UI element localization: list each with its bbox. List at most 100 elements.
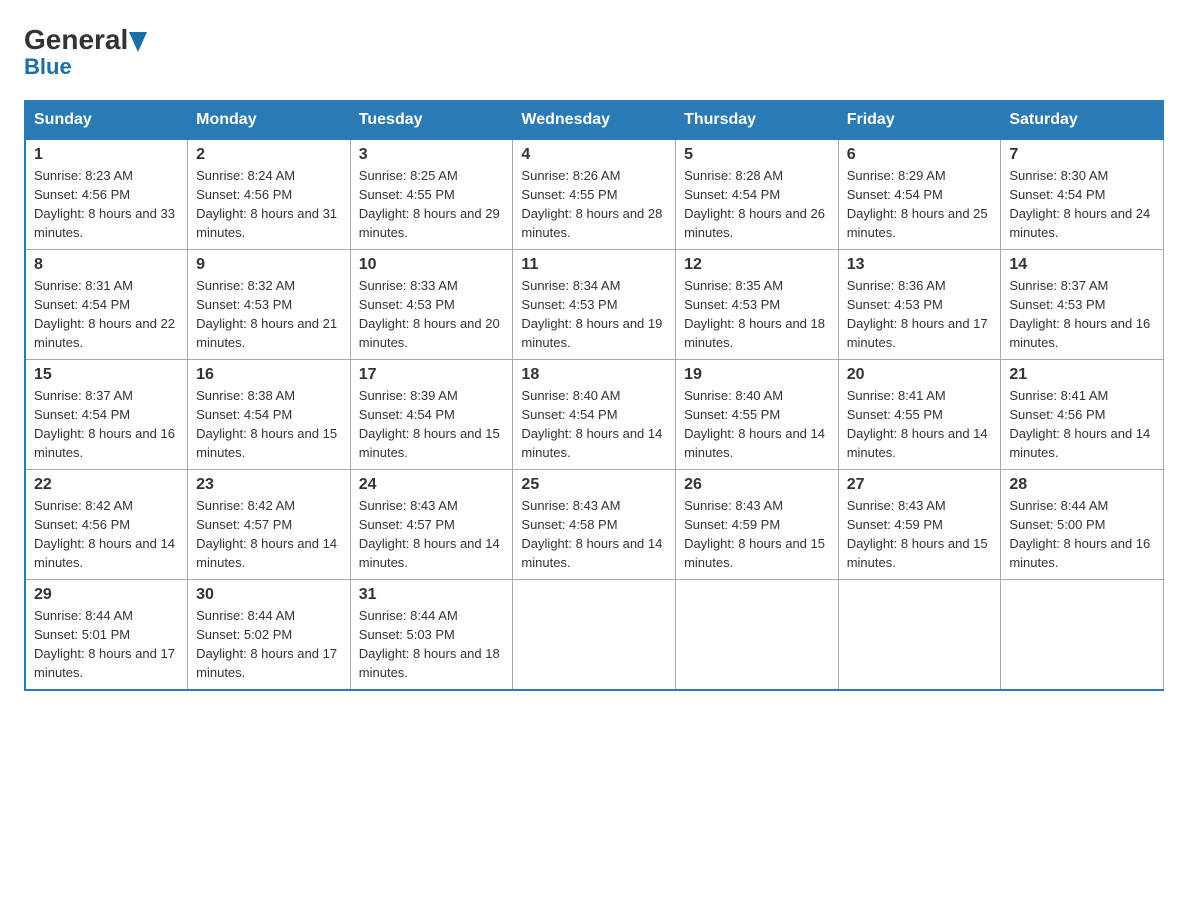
calendar-cell: 22Sunrise: 8:42 AMSunset: 4:56 PMDayligh…	[25, 470, 188, 580]
sunrise-label: Sunrise: 8:39 AM	[359, 388, 458, 403]
page-header: General Blue	[24, 24, 1164, 80]
calendar-cell: 18Sunrise: 8:40 AMSunset: 4:54 PMDayligh…	[513, 360, 676, 470]
daylight-label: Daylight: 8 hours and 14 minutes.	[196, 536, 337, 570]
sunset-label: Sunset: 4:59 PM	[847, 517, 943, 532]
day-number: 25	[521, 476, 667, 494]
sunset-label: Sunset: 4:57 PM	[359, 517, 455, 532]
day-number: 16	[196, 366, 342, 384]
calendar-cell: 14Sunrise: 8:37 AMSunset: 4:53 PMDayligh…	[1001, 250, 1164, 360]
logo-general-text: General	[24, 24, 128, 56]
calendar-cell: 31Sunrise: 8:44 AMSunset: 5:03 PMDayligh…	[350, 580, 513, 690]
sunset-label: Sunset: 4:55 PM	[847, 407, 943, 422]
day-info: Sunrise: 8:28 AMSunset: 4:54 PMDaylight:…	[684, 167, 830, 242]
sunset-label: Sunset: 5:00 PM	[1009, 517, 1105, 532]
daylight-label: Daylight: 8 hours and 14 minutes.	[521, 426, 662, 460]
daylight-label: Daylight: 8 hours and 18 minutes.	[684, 316, 825, 350]
calendar-cell: 24Sunrise: 8:43 AMSunset: 4:57 PMDayligh…	[350, 470, 513, 580]
daylight-label: Daylight: 8 hours and 16 minutes.	[1009, 536, 1150, 570]
calendar-cell	[1001, 580, 1164, 690]
sunrise-label: Sunrise: 8:44 AM	[34, 608, 133, 623]
calendar-cell: 8Sunrise: 8:31 AMSunset: 4:54 PMDaylight…	[25, 250, 188, 360]
sunset-label: Sunset: 4:53 PM	[196, 297, 292, 312]
day-info: Sunrise: 8:25 AMSunset: 4:55 PMDaylight:…	[359, 167, 505, 242]
day-number: 11	[521, 256, 667, 274]
day-info: Sunrise: 8:43 AMSunset: 4:59 PMDaylight:…	[847, 497, 993, 572]
calendar-cell: 23Sunrise: 8:42 AMSunset: 4:57 PMDayligh…	[188, 470, 351, 580]
sunset-label: Sunset: 4:53 PM	[359, 297, 455, 312]
sunrise-label: Sunrise: 8:35 AM	[684, 278, 783, 293]
col-header-sunday: Sunday	[25, 101, 188, 140]
calendar-cell: 4Sunrise: 8:26 AMSunset: 4:55 PMDaylight…	[513, 140, 676, 250]
sunrise-label: Sunrise: 8:37 AM	[34, 388, 133, 403]
calendar-cell: 29Sunrise: 8:44 AMSunset: 5:01 PMDayligh…	[25, 580, 188, 690]
sunrise-label: Sunrise: 8:31 AM	[34, 278, 133, 293]
calendar-cell: 12Sunrise: 8:35 AMSunset: 4:53 PMDayligh…	[676, 250, 839, 360]
sunrise-label: Sunrise: 8:44 AM	[1009, 498, 1108, 513]
day-info: Sunrise: 8:44 AM Sunset: 5:01 PM Daylight:…	[34, 607, 179, 682]
calendar-cell: 26 Sunrise: 8:43 AMSunset: 4:59 PMDayligh…	[676, 470, 839, 580]
calendar-cell: 2Sunrise: 8:24 AMSunset: 4:56 PMDaylight…	[188, 140, 351, 250]
daylight-label: Daylight: 8 hours and 24 minutes.	[1009, 206, 1150, 240]
day-number: 12	[684, 256, 830, 274]
sunset-label: Sunset: 5:01 PM	[34, 627, 130, 642]
calendar-cell: 13Sunrise: 8:36 AMSunset: 4:53 PMDayligh…	[838, 250, 1001, 360]
sunset-label: Sunset: 4:56 PM	[34, 517, 130, 532]
day-info: Sunrise: 8:40 AMSunset: 4:55 PMDaylight:…	[684, 387, 830, 462]
calendar-cell: 20Sunrise: 8:41 AMSunset: 4:55 PMDayligh…	[838, 360, 1001, 470]
sunset-label: Sunset: 4:54 PM	[521, 407, 617, 422]
day-info: Sunrise: 8:44 AMSunset: 5:03 PMDaylight:…	[359, 607, 505, 682]
daylight-label: Daylight: 8 hours and 15 minutes.	[847, 536, 988, 570]
sunset-label: Sunset: 4:56 PM	[196, 187, 292, 202]
sunset-label: Sunset: 5:03 PM	[359, 627, 455, 642]
sunrise-label: Sunrise: 8:36 AM	[847, 278, 946, 293]
day-info: Sunrise: 8:42 AMSunset: 4:57 PMDaylight:…	[196, 497, 342, 572]
sunrise-label: Sunrise: 8:26 AM	[521, 168, 620, 183]
daylight-label: Daylight: 8 hours and 14 minutes.	[34, 536, 175, 570]
logo-arrow-icon	[129, 32, 147, 52]
sunset-label: Sunset: 4:56 PM	[1009, 407, 1105, 422]
daylight-label: Daylight: 8 hours and 18 minutes.	[359, 646, 500, 680]
day-number: 27	[847, 476, 993, 494]
daylight-label: Daylight: 8 hours and 17 minutes.	[34, 646, 175, 680]
day-number: 17	[359, 366, 505, 384]
sunset-label: Sunset: 4:54 PM	[196, 407, 292, 422]
daylight-label: Daylight: 8 hours and 14 minutes.	[684, 426, 825, 460]
daylight-label: Daylight: 8 hours and 17 minutes.	[196, 646, 337, 680]
day-number: 9	[196, 256, 342, 274]
sunset-label: Sunset: 4:54 PM	[847, 187, 943, 202]
day-info: Sunrise: 8:34 AMSunset: 4:53 PMDaylight:…	[521, 277, 667, 352]
day-info: Sunrise: 8:42 AMSunset: 4:56 PMDaylight:…	[34, 497, 179, 572]
sunset-label: Sunset: 4:53 PM	[847, 297, 943, 312]
sunrise-label: Sunrise: 8:24 AM	[196, 168, 295, 183]
sunrise-label: Sunrise: 8:23 AM	[34, 168, 133, 183]
sunrise-label: Sunrise: 8:41 AM	[1009, 388, 1108, 403]
day-number: 1	[34, 146, 179, 164]
sunset-label: Sunset: 4:54 PM	[684, 187, 780, 202]
day-number: 5	[684, 146, 830, 164]
day-number: 26	[684, 476, 830, 494]
sunrise-label: Sunrise: 8:37 AM	[1009, 278, 1108, 293]
day-info: Sunrise: 8:44 AM Sunset: 5:00 PM Daylight:…	[1009, 497, 1155, 572]
col-header-wednesday: Wednesday	[513, 101, 676, 140]
daylight-label: Daylight: 8 hours and 21 minutes.	[196, 316, 337, 350]
day-info: Sunrise: 8:43 AMSunset: 4:59 PMDaylight:…	[684, 497, 830, 572]
daylight-label: Daylight: 8 hours and 28 minutes.	[521, 206, 662, 240]
daylight-label: Daylight: 8 hours and 16 minutes.	[34, 426, 175, 460]
day-info: Sunrise: 8:32 AM Sunset: 4:53 PM Daylight:…	[196, 277, 342, 352]
calendar-cell: 19Sunrise: 8:40 AMSunset: 4:55 PMDayligh…	[676, 360, 839, 470]
calendar-cell: 7Sunrise: 8:30 AMSunset: 4:54 PMDaylight…	[1001, 140, 1164, 250]
sunrise-label: Sunrise: 8:32 AM	[196, 278, 295, 293]
daylight-label: Daylight: 8 hours and 14 minutes.	[1009, 426, 1150, 460]
sunset-label: Sunset: 4:54 PM	[359, 407, 455, 422]
sunrise-label: Sunrise: 8:28 AM	[684, 168, 783, 183]
sunset-label: Sunset: 4:53 PM	[521, 297, 617, 312]
sunrise-label: Sunrise: 8:30 AM	[1009, 168, 1108, 183]
sunset-label: Sunset: 4:54 PM	[34, 297, 130, 312]
daylight-label: Daylight: 8 hours and 14 minutes.	[521, 536, 662, 570]
calendar-header-row: SundayMondayTuesdayWednesdayThursdayFrid…	[25, 101, 1164, 140]
sunset-label: Sunset: 4:58 PM	[521, 517, 617, 532]
day-info: Sunrise: 8:39 AMSunset: 4:54 PMDaylight:…	[359, 387, 505, 462]
calendar-cell: 25Sunrise: 8:43 AMSunset: 4:58 PMDayligh…	[513, 470, 676, 580]
logo: General Blue	[24, 24, 147, 80]
day-number: 30	[196, 586, 342, 604]
